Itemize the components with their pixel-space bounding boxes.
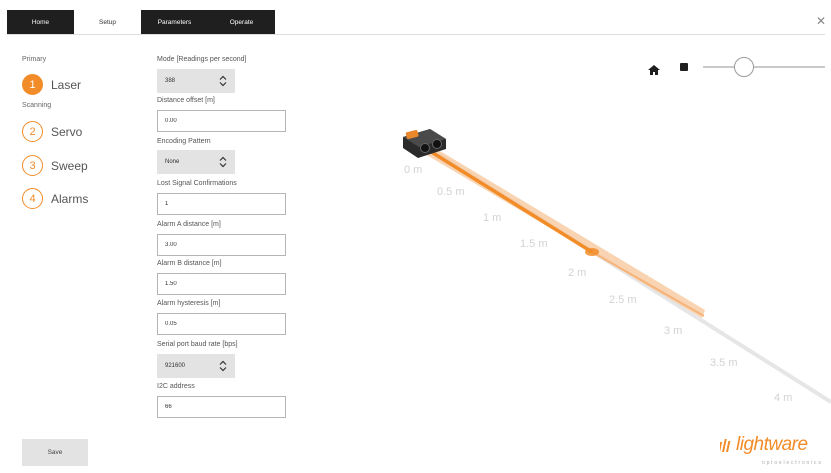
stop-icon[interactable]: [680, 63, 688, 71]
lost-signal-input[interactable]: [157, 193, 286, 215]
logo-wordmark: lightware: [736, 434, 808, 455]
step-label: Sweep: [51, 158, 88, 173]
distance-tick-label: 3 m: [664, 325, 683, 337]
i2c-address-input[interactable]: [157, 396, 286, 418]
encoding-pattern-value: None: [165, 159, 180, 165]
slider-track: [703, 66, 825, 68]
step-number-badge: 4: [22, 188, 43, 209]
mode-label: Mode [Readings per second]: [157, 56, 247, 63]
alarm-a-input[interactable]: [157, 234, 286, 256]
up-down-chevron-icon: [219, 75, 227, 87]
step-label: Alarms: [51, 191, 89, 206]
distance-tick-label: 4 m: [774, 392, 793, 404]
playback-slider[interactable]: [703, 57, 825, 77]
logo-tagline: optoelectronics: [762, 460, 823, 466]
tab-parameters[interactable]: Parameters: [141, 10, 208, 34]
step-number-badge: 2: [22, 121, 43, 142]
step-label: Laser: [51, 77, 82, 92]
close-icon[interactable]: ✕: [816, 15, 826, 27]
step-laser[interactable]: 1 Laser: [22, 74, 81, 95]
save-button[interactable]: Save: [22, 439, 88, 466]
distance-offset-label: Distance offset [m]: [157, 97, 215, 104]
laser-beam-graphic: [403, 129, 831, 404]
top-tab-bar: Home Setup Parameters Operate: [7, 10, 275, 34]
baud-rate-select[interactable]: 921600: [157, 354, 235, 378]
step-label: Servo: [51, 124, 83, 139]
step-number-badge: 3: [22, 155, 43, 176]
distance-offset-input[interactable]: [157, 110, 286, 132]
mode-select[interactable]: 388: [157, 69, 235, 93]
mode-select-value: 388: [165, 78, 176, 84]
alarm-hysteresis-label: Alarm hysteresis [m]: [157, 300, 221, 307]
distance-tick-label: 0 m: [404, 164, 423, 176]
up-down-chevron-icon: [219, 156, 227, 168]
distance-tick-label: 2.5 m: [609, 294, 637, 306]
laser-3d-view[interactable]: [300, 36, 831, 473]
step-alarms[interactable]: 4 Alarms: [22, 188, 88, 209]
baud-rate-label: Serial port baud rate [bps]: [157, 341, 238, 348]
baud-rate-value: 921600: [165, 363, 186, 369]
step-servo[interactable]: 2 Servo: [22, 121, 82, 142]
step-sweep[interactable]: 3 Sweep: [22, 155, 88, 176]
alarm-a-label: Alarm A distance [m]: [157, 221, 221, 228]
section-primary-label: Primary: [22, 56, 47, 63]
header-divider: [7, 34, 825, 35]
alarm-hysteresis-input[interactable]: [157, 313, 286, 335]
home-icon[interactable]: [648, 62, 660, 75]
logo-mark-icon: [720, 439, 731, 452]
distance-tick-label: 0.5 m: [437, 186, 465, 198]
tab-home[interactable]: Home: [7, 10, 74, 34]
up-down-chevron-icon: [219, 360, 227, 372]
distance-tick-label: 3.5 m: [710, 357, 738, 369]
i2c-address-label: I2C address: [157, 383, 195, 390]
section-scanning-label: Scanning: [22, 102, 52, 109]
tab-setup[interactable]: Setup: [74, 10, 141, 34]
lost-signal-label: Lost Signal Confirmations: [157, 180, 237, 187]
distance-tick-label: 1.5 m: [520, 238, 548, 250]
lightware-logo: lightware optoelectronics: [720, 432, 828, 468]
step-number-badge: 1: [22, 74, 43, 95]
tab-operate[interactable]: Operate: [208, 10, 275, 34]
alarm-b-input[interactable]: [157, 273, 286, 295]
encoding-pattern-label: Encoding Pattern: [157, 138, 211, 145]
alarm-b-label: Alarm B distance [m]: [157, 260, 222, 267]
distance-tick-label: 1 m: [483, 212, 502, 224]
slider-thumb[interactable]: [734, 57, 754, 77]
encoding-pattern-select[interactable]: None: [157, 150, 235, 174]
distance-tick-label: 2 m: [568, 267, 587, 279]
